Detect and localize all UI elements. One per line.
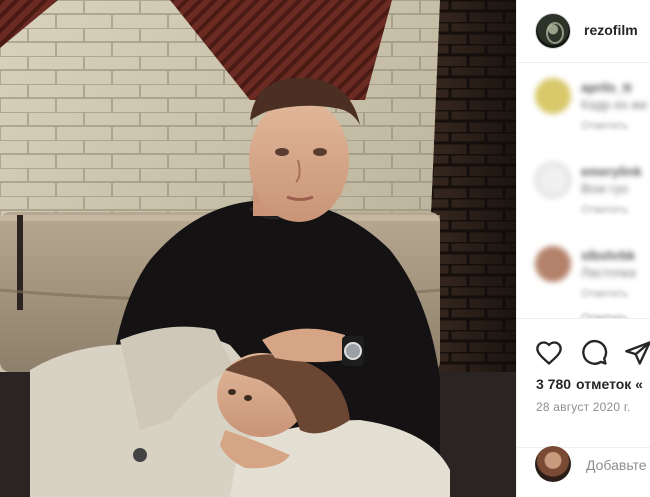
share-button[interactable] bbox=[624, 339, 650, 367]
share-icon bbox=[625, 341, 650, 365]
comment-button[interactable] bbox=[580, 339, 608, 367]
comment-reply-link[interactable]: Ответить bbox=[581, 120, 628, 132]
comment-item: aprils_tt Кадр из жи Ответить bbox=[517, 64, 650, 148]
current-user-avatar bbox=[535, 446, 571, 482]
comment-avatar[interactable] bbox=[535, 162, 571, 198]
likes-number: 3 780 bbox=[536, 376, 572, 392]
likes-label: отметок « bbox=[576, 376, 643, 392]
post-header: rezofilm bbox=[517, 0, 650, 63]
comment-username[interactable]: slbshrbk bbox=[581, 248, 635, 263]
comments-list[interactable]: aprils_tt Кадр из жи Ответить emerylink … bbox=[517, 64, 650, 316]
comment-text: Кадр из жи bbox=[581, 97, 648, 112]
comment-text: Ласточка bbox=[581, 265, 636, 280]
post-photo[interactable] bbox=[0, 0, 516, 497]
comment-username[interactable]: aprils_tt bbox=[581, 80, 632, 95]
comment-item: slbshrbk Ласточка Ответить bbox=[517, 232, 650, 316]
comment-reply-link[interactable]: Ответить bbox=[581, 288, 628, 300]
comment-text: Bow гуо bbox=[581, 181, 629, 196]
comment-reply-link[interactable]: Ответить bbox=[581, 204, 628, 216]
comment-avatar[interactable] bbox=[535, 78, 571, 114]
author-username[interactable]: rezofilm bbox=[584, 22, 638, 38]
like-button[interactable] bbox=[535, 339, 563, 367]
photo-image bbox=[0, 0, 516, 497]
comment-avatar[interactable] bbox=[535, 246, 571, 282]
comment-username[interactable]: emerylink bbox=[581, 164, 642, 179]
author-avatar[interactable] bbox=[535, 13, 571, 49]
heart-icon bbox=[536, 341, 562, 365]
post-date[interactable]: 28 август 2020 г. bbox=[536, 400, 630, 414]
comment-item: emerylink Bow гуо Ответить bbox=[517, 148, 650, 232]
comment-icon bbox=[582, 339, 608, 365]
likes-count[interactable]: 3 780 отметок « bbox=[536, 376, 643, 392]
post-side-panel: rezofilm aprils_tt Кадр из жи Ответить e… bbox=[516, 0, 650, 497]
comment-input[interactable] bbox=[586, 457, 650, 473]
